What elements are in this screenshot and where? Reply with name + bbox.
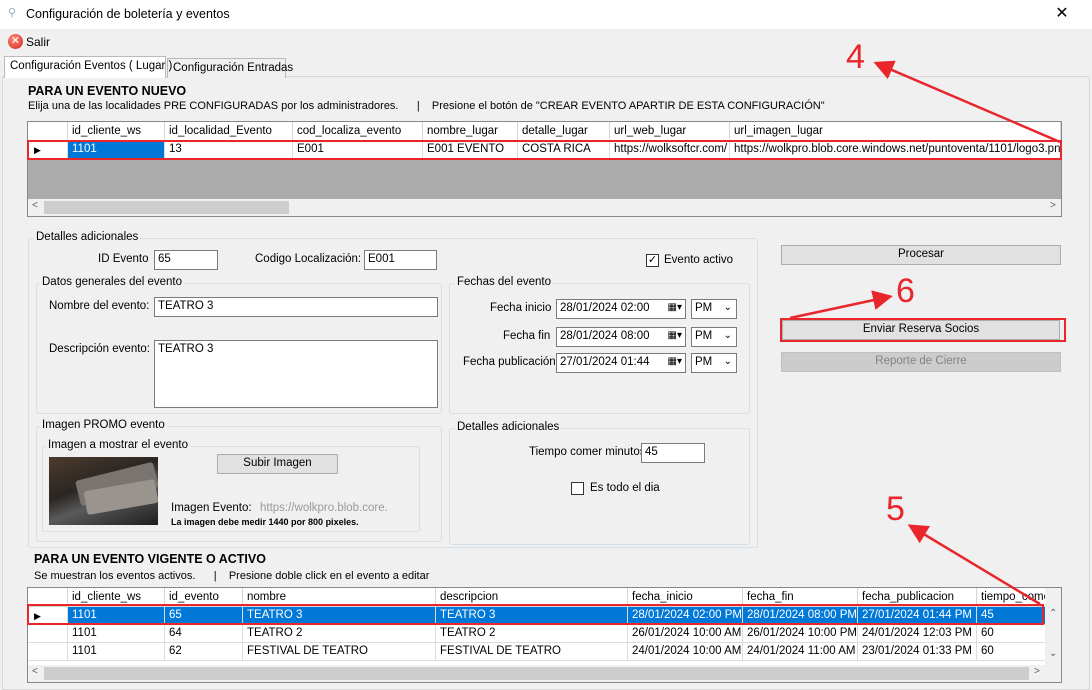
annotation-arrows xyxy=(789,60,1061,606)
annotation-arrow xyxy=(873,60,1061,144)
annotation-arrow xyxy=(789,290,893,320)
annotation-arrow xyxy=(907,524,1041,606)
tab-configuracion-eventos[interactable]: Configuración Eventos ( Lugar ) xyxy=(4,56,172,78)
